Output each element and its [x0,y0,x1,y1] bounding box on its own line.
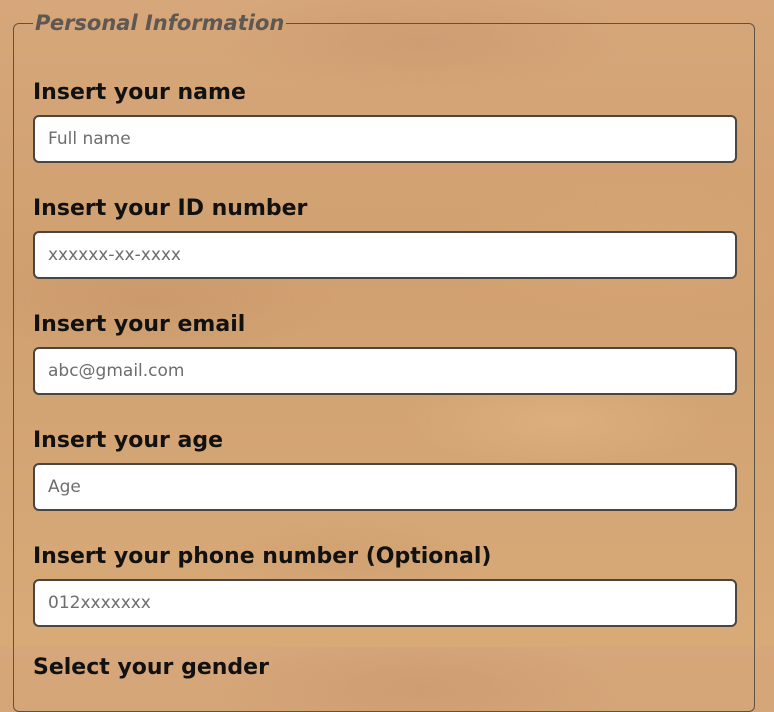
name-field-group: Insert your name [33,79,737,163]
email-input[interactable] [33,347,737,395]
age-input[interactable] [33,463,737,511]
personal-information-fieldset: Personal Information Insert your name In… [13,12,755,712]
id-number-field-group: Insert your ID number [33,195,737,279]
email-field-group: Insert your email [33,311,737,395]
age-field-group: Insert your age [33,427,737,511]
email-label: Insert your email [33,312,246,337]
id-number-input[interactable] [33,231,737,279]
phone-label: Insert your phone number (Optional) [33,544,492,569]
id-number-label: Insert your ID number [33,196,308,221]
phone-input[interactable] [33,579,737,627]
section-legend: Personal Information [35,11,285,35]
name-input[interactable] [33,115,737,163]
phone-field-group: Insert your phone number (Optional) [33,543,737,627]
name-label: Insert your name [33,80,246,105]
age-label: Insert your age [33,428,224,453]
gender-field-group: Select your gender [33,654,737,690]
gender-label: Select your gender [33,655,269,680]
